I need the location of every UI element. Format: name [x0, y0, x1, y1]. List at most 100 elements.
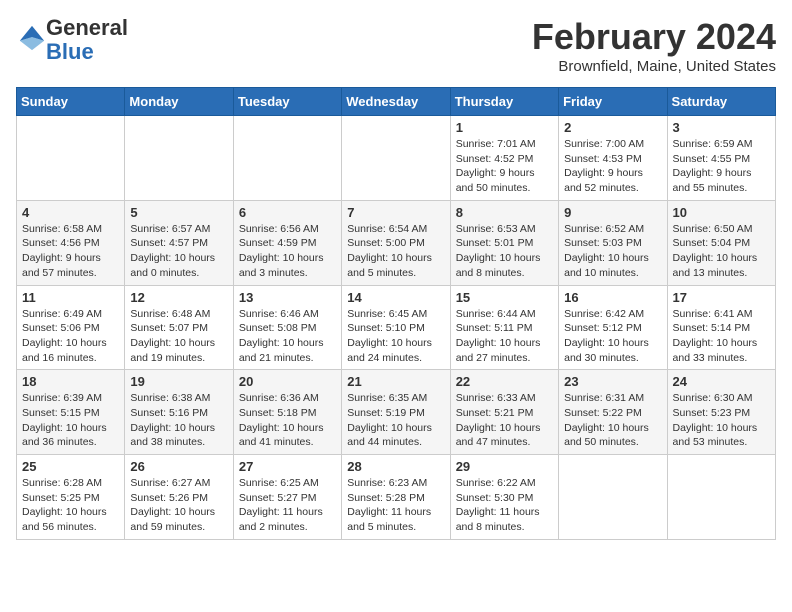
day-of-week-header: Wednesday [342, 88, 450, 116]
day-of-week-header: Tuesday [233, 88, 341, 116]
day-number: 25 [22, 459, 119, 474]
day-info: Sunrise: 6:59 AM Sunset: 4:55 PM Dayligh… [673, 137, 770, 196]
calendar-cell: 10Sunrise: 6:50 AM Sunset: 5:04 PM Dayli… [667, 200, 775, 285]
day-number: 23 [564, 374, 661, 389]
logo-general-text: General [46, 15, 128, 40]
day-number: 17 [673, 290, 770, 305]
calendar-week-row: 4 Sunrise: 6:58 AM Sunset: 4:56 PM Daylig… [17, 200, 776, 285]
day-number: 11 [22, 290, 119, 305]
day-number: 16 [564, 290, 661, 305]
day-number: 15 [456, 290, 553, 305]
calendar-week-row: 11 Sunrise: 6:49 AM Sunset: 5:06 PM Dayli… [17, 285, 776, 370]
day-info: Sunrise: 6:39 AM Sunset: 5:15 PM Dayligh… [22, 391, 119, 450]
day-number: 13 [239, 290, 336, 305]
calendar-table: SundayMondayTuesdayWednesdayThursdayFrid… [16, 87, 776, 540]
page-header: General Blue February 2024 Brownfield, M… [16, 16, 776, 75]
calendar-week-row: 25 Sunrise: 6:28 AM Sunset: 5:25 PM Dayli… [17, 455, 776, 540]
day-info: Sunrise: 6:28 AM Sunset: 5:25 PM Dayligh… [22, 476, 119, 535]
day-of-week-header: Thursday [450, 88, 558, 116]
day-number: 4 [22, 205, 119, 220]
day-number: 7 [347, 205, 444, 220]
calendar-week-row: 18 Sunrise: 6:39 AM Sunset: 5:15 PM Dayli… [17, 370, 776, 455]
calendar-cell: 22 Sunrise: 6:33 AM Sunset: 5:21 PM Dayli… [450, 370, 558, 455]
day-info: Sunrise: 6:38 AM Sunset: 5:16 PM Dayligh… [130, 391, 227, 450]
calendar-cell: 9Sunrise: 6:52 AM Sunset: 5:03 PM Daylig… [559, 200, 667, 285]
calendar-cell: 15Sunrise: 6:44 AM Sunset: 5:11 PM Dayli… [450, 285, 558, 370]
calendar-cell: 12Sunrise: 6:48 AM Sunset: 5:07 PM Dayli… [125, 285, 233, 370]
calendar-cell: 2Sunrise: 7:00 AM Sunset: 4:53 PM Daylig… [559, 116, 667, 201]
day-info: Sunrise: 7:01 AM Sunset: 4:52 PM Dayligh… [456, 137, 553, 196]
day-info: Sunrise: 6:58 AM Sunset: 4:56 PM Dayligh… [22, 222, 119, 281]
day-number: 8 [456, 205, 553, 220]
day-info: Sunrise: 6:31 AM Sunset: 5:22 PM Dayligh… [564, 391, 661, 450]
day-info: Sunrise: 6:54 AM Sunset: 5:00 PM Dayligh… [347, 222, 444, 281]
calendar-cell: 20 Sunrise: 6:36 AM Sunset: 5:18 PM Dayli… [233, 370, 341, 455]
day-number: 28 [347, 459, 444, 474]
calendar-cell: 23 Sunrise: 6:31 AM Sunset: 5:22 PM Dayli… [559, 370, 667, 455]
calendar-cell: 21Sunrise: 6:35 AM Sunset: 5:19 PM Dayli… [342, 370, 450, 455]
day-info: Sunrise: 6:56 AM Sunset: 4:59 PM Dayligh… [239, 222, 336, 281]
day-of-week-header: Sunday [17, 88, 125, 116]
day-number: 22 [456, 374, 553, 389]
day-number: 26 [130, 459, 227, 474]
calendar-cell: 14 Sunrise: 6:45 AM Sunset: 5:10 PM Dayli… [342, 285, 450, 370]
day-info: Sunrise: 6:49 AM Sunset: 5:06 PM Dayligh… [22, 307, 119, 366]
day-number: 19 [130, 374, 227, 389]
calendar-cell: 11 Sunrise: 6:49 AM Sunset: 5:06 PM Dayli… [17, 285, 125, 370]
day-number: 12 [130, 290, 227, 305]
calendar-cell: 4 Sunrise: 6:58 AM Sunset: 4:56 PM Daylig… [17, 200, 125, 285]
day-info: Sunrise: 6:45 AM Sunset: 5:10 PM Dayligh… [347, 307, 444, 366]
calendar-cell [125, 116, 233, 201]
logo-icon [18, 24, 46, 52]
calendar-cell: 19 Sunrise: 6:38 AM Sunset: 5:16 PM Dayli… [125, 370, 233, 455]
calendar-cell: 17 Sunrise: 6:41 AM Sunset: 5:14 PM Dayli… [667, 285, 775, 370]
day-of-week-header: Monday [125, 88, 233, 116]
calendar-cell: 18 Sunrise: 6:39 AM Sunset: 5:15 PM Dayli… [17, 370, 125, 455]
calendar-cell: 29 Sunrise: 6:22 AM Sunset: 5:30 PM Dayli… [450, 455, 558, 540]
calendar-cell [233, 116, 341, 201]
day-number: 1 [456, 120, 553, 135]
calendar-cell [559, 455, 667, 540]
day-info: Sunrise: 6:33 AM Sunset: 5:21 PM Dayligh… [456, 391, 553, 450]
calendar-cell [17, 116, 125, 201]
day-number: 10 [673, 205, 770, 220]
day-number: 14 [347, 290, 444, 305]
day-number: 18 [22, 374, 119, 389]
calendar-cell: 13 Sunrise: 6:46 AM Sunset: 5:08 PM Dayli… [233, 285, 341, 370]
day-number: 5 [130, 205, 227, 220]
calendar-cell: 26Sunrise: 6:27 AM Sunset: 5:26 PM Dayli… [125, 455, 233, 540]
day-info: Sunrise: 6:25 AM Sunset: 5:27 PM Dayligh… [239, 476, 336, 535]
logo: General Blue [16, 16, 128, 64]
day-number: 27 [239, 459, 336, 474]
day-info: Sunrise: 6:52 AM Sunset: 5:03 PM Dayligh… [564, 222, 661, 281]
day-info: Sunrise: 6:22 AM Sunset: 5:30 PM Dayligh… [456, 476, 553, 535]
calendar-cell: 16Sunrise: 6:42 AM Sunset: 5:12 PM Dayli… [559, 285, 667, 370]
day-number: 2 [564, 120, 661, 135]
day-info: Sunrise: 6:57 AM Sunset: 4:57 PM Dayligh… [130, 222, 227, 281]
calendar-cell: 7 Sunrise: 6:54 AM Sunset: 5:00 PM Daylig… [342, 200, 450, 285]
calendar-cell: 24 Sunrise: 6:30 AM Sunset: 5:23 PM Dayli… [667, 370, 775, 455]
day-info: Sunrise: 6:41 AM Sunset: 5:14 PM Dayligh… [673, 307, 770, 366]
day-of-week-header: Saturday [667, 88, 775, 116]
day-number: 24 [673, 374, 770, 389]
day-info: Sunrise: 6:36 AM Sunset: 5:18 PM Dayligh… [239, 391, 336, 450]
calendar-cell: 1 Sunrise: 7:01 AM Sunset: 4:52 PM Daylig… [450, 116, 558, 201]
calendar-cell [342, 116, 450, 201]
calendar-header-row: SundayMondayTuesdayWednesdayThursdayFrid… [17, 88, 776, 116]
day-of-week-header: Friday [559, 88, 667, 116]
calendar-cell: 8 Sunrise: 6:53 AM Sunset: 5:01 PM Daylig… [450, 200, 558, 285]
day-number: 20 [239, 374, 336, 389]
calendar-cell: 25 Sunrise: 6:28 AM Sunset: 5:25 PM Dayli… [17, 455, 125, 540]
day-info: Sunrise: 6:30 AM Sunset: 5:23 PM Dayligh… [673, 391, 770, 450]
day-info: Sunrise: 6:46 AM Sunset: 5:08 PM Dayligh… [239, 307, 336, 366]
calendar-cell: 28 Sunrise: 6:23 AM Sunset: 5:28 PM Dayli… [342, 455, 450, 540]
day-number: 29 [456, 459, 553, 474]
calendar-week-row: 1 Sunrise: 7:01 AM Sunset: 4:52 PM Daylig… [17, 116, 776, 201]
calendar-cell: 3 Sunrise: 6:59 AM Sunset: 4:55 PM Daylig… [667, 116, 775, 201]
day-number: 3 [673, 120, 770, 135]
day-info: Sunrise: 6:53 AM Sunset: 5:01 PM Dayligh… [456, 222, 553, 281]
calendar-cell: 5 Sunrise: 6:57 AM Sunset: 4:57 PM Daylig… [125, 200, 233, 285]
logo-blue-text: Blue [46, 39, 94, 64]
calendar-cell: 27 Sunrise: 6:25 AM Sunset: 5:27 PM Dayli… [233, 455, 341, 540]
day-info: Sunrise: 6:23 AM Sunset: 5:28 PM Dayligh… [347, 476, 444, 535]
